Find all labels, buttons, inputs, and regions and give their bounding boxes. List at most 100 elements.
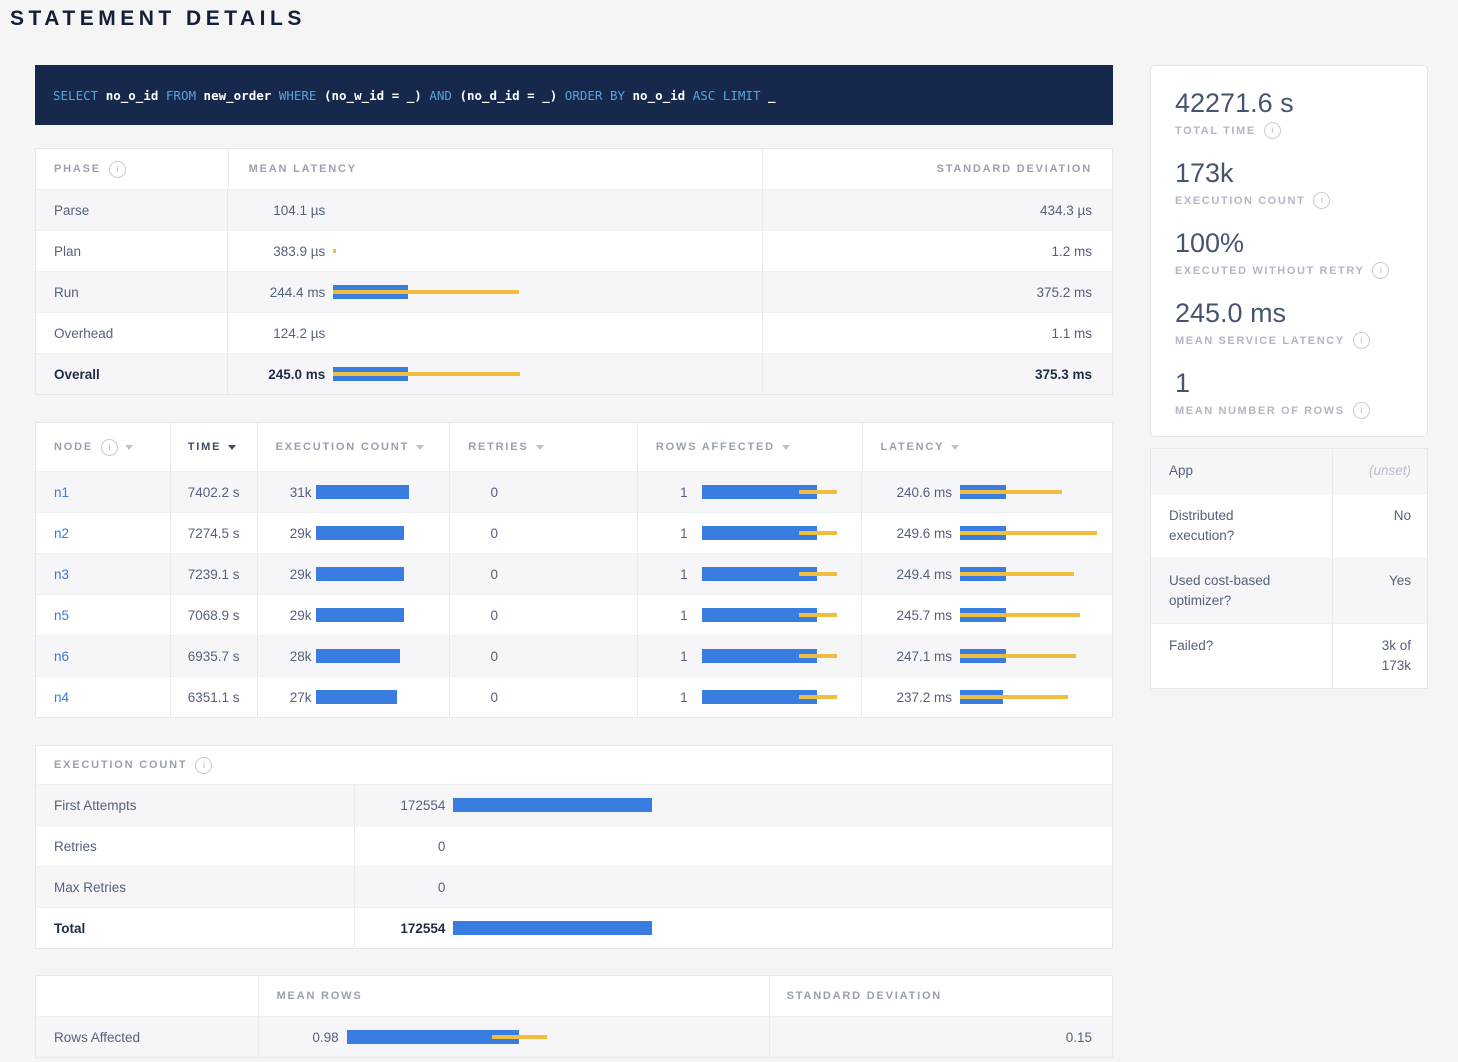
execution-count-value: 29k: [258, 526, 312, 541]
execution-count-row-label: Total: [36, 908, 355, 948]
bar-stddev-segment: [799, 490, 837, 494]
sort-arrow-icon: [125, 445, 133, 450]
info-icon[interactable]: i: [1353, 402, 1370, 419]
stat-label: MEAN NUMBER OF ROWS i: [1175, 402, 1403, 419]
stat-label-text: MEAN SERVICE LATENCY: [1175, 335, 1345, 347]
phase-row: Plan383.9 µs1.2 ms: [36, 231, 1112, 272]
latency-value: 245.7 ms: [862, 608, 952, 623]
info-icon[interactable]: i: [1353, 332, 1370, 349]
sort-arrow-icon: [782, 445, 790, 450]
node-column-header[interactable]: NODE i: [36, 423, 171, 471]
phase-row: Run244.4 ms375.2 ms: [36, 272, 1112, 313]
execution-count-row: Max Retries0: [36, 867, 1112, 908]
node-retries-cell: 0: [450, 636, 638, 676]
sql-token: no_o_id: [633, 88, 693, 103]
phase-column-label: PHASE: [54, 163, 101, 175]
phase-label: Overall: [36, 354, 228, 394]
mean-rows-cell: 0.98: [259, 1017, 770, 1057]
stat-value: 42271.6 s: [1175, 87, 1403, 119]
node-cell: n1: [36, 472, 171, 512]
node-latency-cell: 247.1 ms: [862, 636, 1112, 676]
info-icon[interactable]: i: [101, 439, 118, 456]
bar-chart: [702, 608, 852, 622]
statement-sql-box: SELECT no_o_id FROM new_order WHERE (no_…: [35, 65, 1113, 125]
bar-chart: [316, 649, 446, 663]
node-link[interactable]: n3: [54, 567, 69, 582]
mean-latency-value: 104.1 µs: [228, 203, 333, 218]
phase-mean-latency-cell: 245.0 ms: [228, 354, 763, 394]
phase-label: Plan: [36, 231, 228, 271]
phase-table-header: PHASE i MEAN LATENCY STANDARD DEVIATION: [36, 149, 1112, 190]
bar-stddev-segment: [799, 613, 837, 617]
execution-count-value: 31k: [258, 485, 312, 500]
stat-label-text: MEAN NUMBER OF ROWS: [1175, 405, 1345, 417]
execution-count-value: 172554: [355, 921, 445, 936]
execution-count-table: EXECUTION COUNT i First Attempts172554Re…: [35, 745, 1113, 949]
attribute-value: No: [1394, 506, 1411, 526]
mean-latency-value: 383.9 µs: [228, 244, 333, 259]
latency-value: 237.2 ms: [862, 690, 952, 705]
node-rows-affected-cell: 1: [638, 554, 862, 594]
attribute-label-text: Distributed execution?: [1169, 506, 1289, 546]
execution-count-row: Retries0: [36, 826, 1112, 867]
node-link[interactable]: n6: [54, 649, 69, 664]
bar-mean-segment: [453, 798, 651, 812]
sql-token: SELECT: [53, 88, 106, 103]
summary-stat: 173kEXECUTION COUNTi: [1175, 157, 1403, 209]
node-link[interactable]: n5: [54, 608, 69, 623]
latency-value: 240.6 ms: [862, 485, 952, 500]
node-time-value: 7068.9 s: [171, 595, 258, 635]
node-rows-affected-cell: 1: [638, 472, 862, 512]
bar-stddev-segment: [960, 613, 1080, 617]
node-rows-affected-cell: 1: [638, 677, 862, 717]
node-time-value: 7402.2 s: [171, 472, 258, 512]
sql-token: new_order: [204, 88, 279, 103]
bar-stddev-segment: [960, 654, 1076, 658]
time-column-header[interactable]: TIME: [171, 423, 258, 471]
bar-mean-segment: [316, 690, 398, 704]
summary-stats-card: 42271.6 sTOTAL TIMEi173kEXECUTION COUNTi…: [1150, 65, 1428, 437]
info-icon[interactable]: i: [1313, 192, 1330, 209]
info-icon[interactable]: i: [1264, 122, 1281, 139]
node-link[interactable]: n2: [54, 526, 69, 541]
stat-label: EXECUTION COUNTi: [1175, 192, 1403, 209]
latency-column-label: LATENCY: [881, 441, 945, 453]
sort-arrow-icon: [951, 445, 959, 450]
info-icon[interactable]: i: [195, 757, 212, 774]
execution-count-value: 29k: [258, 567, 312, 582]
attribute-label: Distributed execution?: [1151, 494, 1333, 558]
info-icon[interactable]: i: [1372, 262, 1389, 279]
bar-stddev-segment: [333, 290, 519, 294]
retries-column-header[interactable]: RETRIES: [450, 423, 638, 471]
bar-chart: [960, 690, 1112, 704]
attribute-value-cell: Yes: [1333, 559, 1427, 623]
phase-column-header[interactable]: PHASE i: [36, 149, 229, 189]
attribute-value: (unset): [1369, 461, 1411, 481]
latency-column-header[interactable]: LATENCY: [863, 423, 1113, 471]
execution-count-value: 0: [355, 839, 445, 854]
rows-affected-table-header: MEAN ROWS STANDARD DEVIATION: [36, 976, 1112, 1017]
bar-stddev-segment: [960, 531, 1097, 535]
node-cell: n4: [36, 677, 171, 717]
bar-chart: [960, 649, 1112, 663]
latency-value: 247.1 ms: [862, 649, 952, 664]
attribute-row: App(unset): [1151, 449, 1427, 494]
execution-count-column-header[interactable]: EXECUTION COUNT: [258, 423, 451, 471]
bar-chart: [333, 244, 773, 258]
stat-value: 245.0 ms: [1175, 297, 1403, 329]
bar-stddev-segment: [492, 1035, 546, 1039]
node-latency-cell: 249.4 ms: [862, 554, 1112, 594]
rows-affected-value: 1: [638, 608, 688, 623]
node-link[interactable]: n4: [54, 690, 69, 705]
node-link[interactable]: n1: [54, 485, 69, 500]
info-icon[interactable]: i: [109, 161, 126, 178]
node-execution-count-cell: 27k: [258, 677, 451, 717]
node-row: n17402.2 s31k01240.6 ms: [36, 472, 1112, 513]
std-dev-column-header: STANDARD DEVIATION: [763, 149, 1112, 189]
node-table-header: NODE i TIME EXECUTION COUNT RETRIES ROWS…: [36, 423, 1112, 472]
rows-affected-value: 1: [638, 526, 688, 541]
node-time-value: 7274.5 s: [171, 513, 258, 553]
bar-mean-segment: [316, 485, 410, 499]
phase-mean-latency-cell: 383.9 µs: [228, 231, 763, 271]
rows-affected-column-header[interactable]: ROWS AFFECTED: [638, 423, 863, 471]
